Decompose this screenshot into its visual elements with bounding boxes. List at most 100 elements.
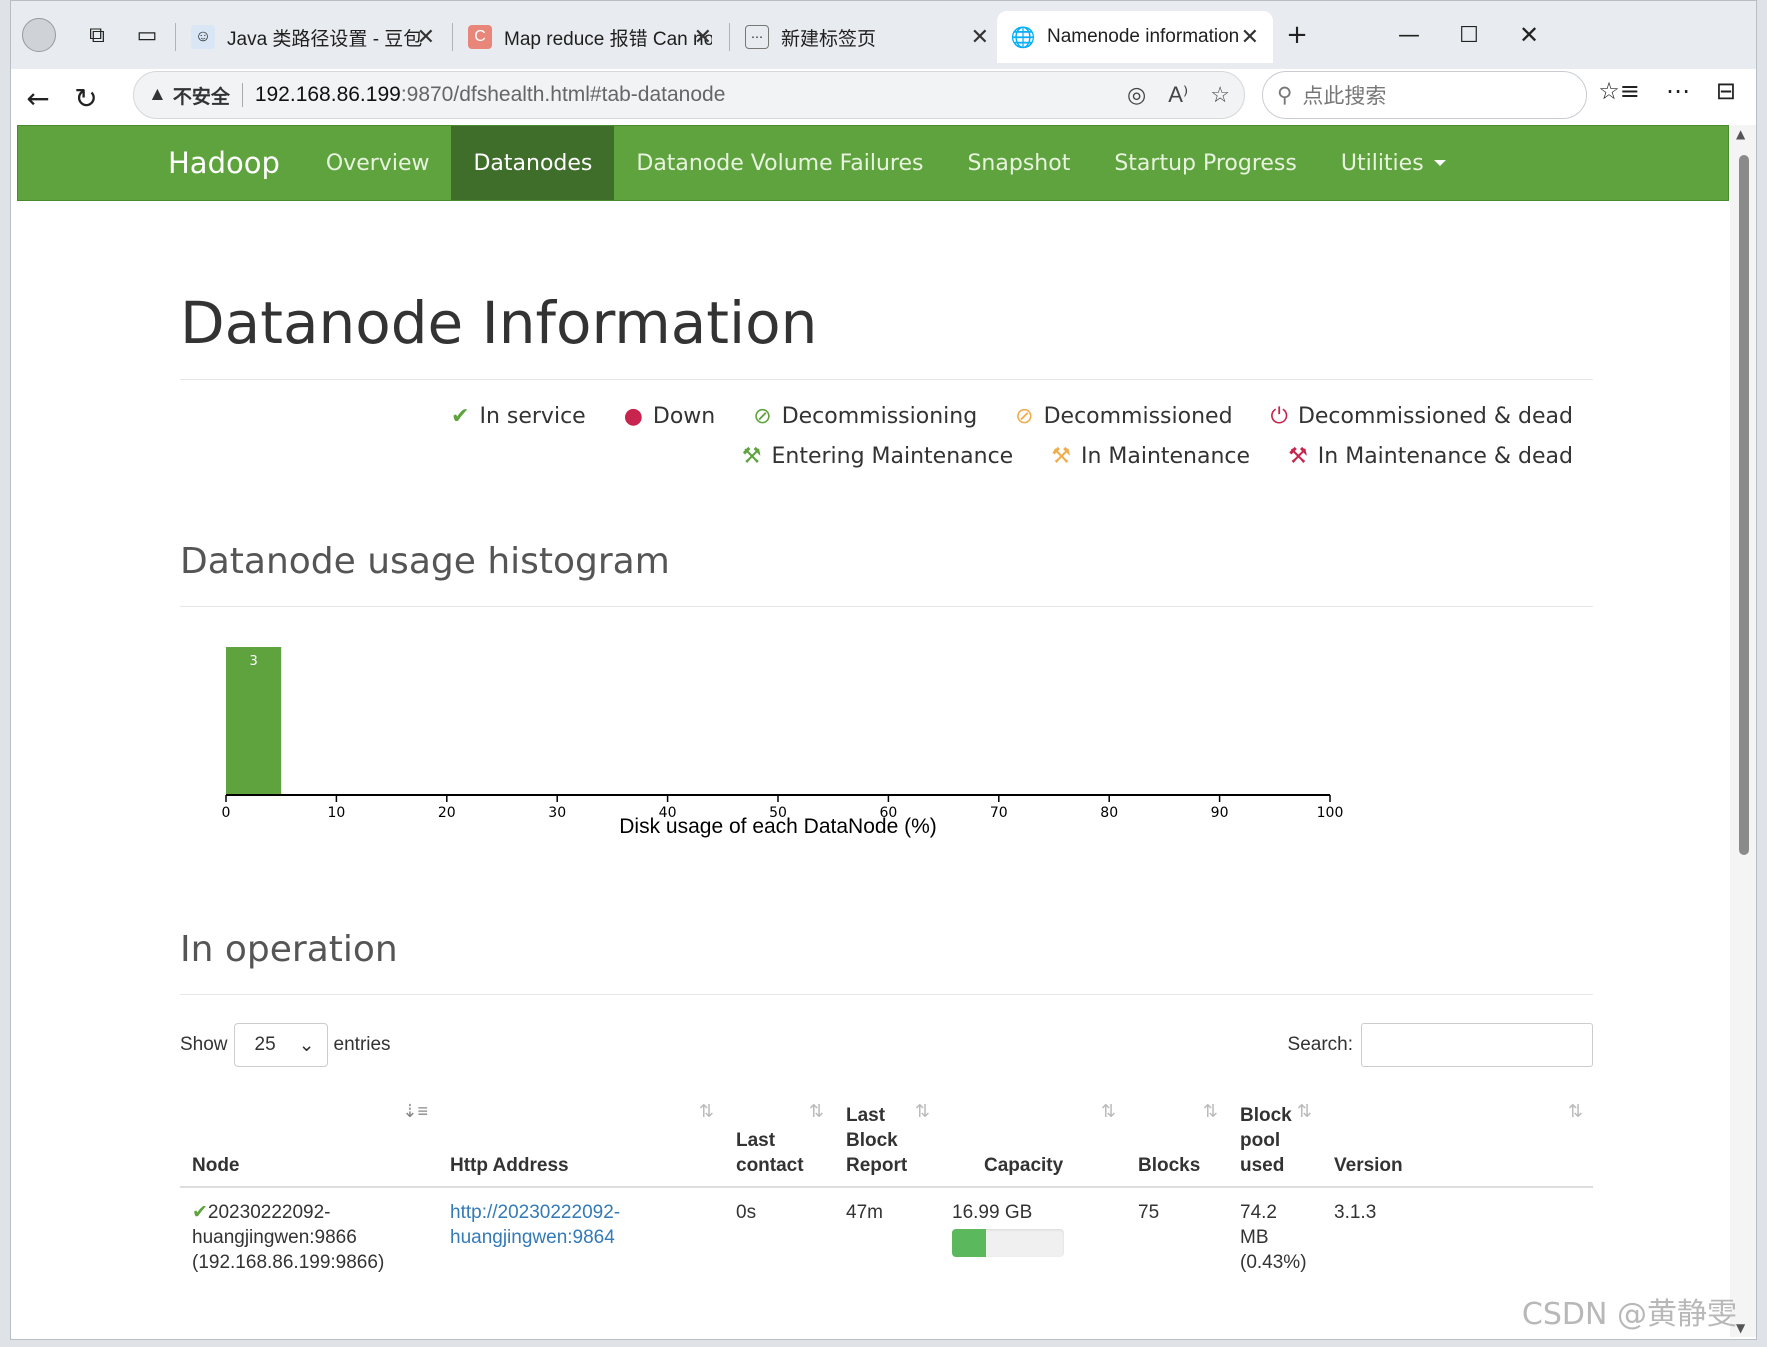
not-secure-label: 不安全 (172, 86, 230, 108)
in-operation-heading: In operation (180, 929, 398, 970)
csdn-watermark: CSDN @黄静雯 (1521, 1297, 1737, 1332)
favorite-star-icon[interactable]: ☆ (1210, 82, 1230, 108)
histogram-heading: Datanode usage histogram (180, 541, 670, 582)
capacity-progress-fill (952, 1229, 986, 1257)
workspaces-icon[interactable]: ⧉ (77, 15, 117, 55)
scroll-up-icon[interactable]: ▲ (1736, 127, 1745, 141)
histogram-bar-label: 3 (249, 654, 257, 669)
check-icon: ✔ (192, 1202, 208, 1223)
search-icon: ⚲ (1277, 83, 1293, 107)
nav-startup-progress[interactable]: Startup Progress (1092, 126, 1319, 200)
col-blocks[interactable]: Blocks ⇅ (1126, 1095, 1228, 1188)
nav-overview[interactable]: Overview (304, 126, 452, 200)
col-node[interactable]: Node ⇣≡ (180, 1095, 438, 1188)
entries-label: entries (333, 1034, 391, 1055)
vertical-tabs-icon[interactable]: ▭ (127, 15, 167, 55)
x-tick-label: 90 (1211, 805, 1229, 821)
x-tick-label: 100 (1317, 805, 1344, 821)
not-secure-indicator[interactable]: ▲ 不安全 (148, 82, 230, 109)
status-legend: ✔ In service ● Down ⊘ Decommissioning ⊘ Deco… (180, 404, 1593, 469)
table-controls: Show 25 ⌄ entries Search: (180, 1023, 1593, 1067)
close-icon[interactable]: ✕ (694, 24, 712, 50)
chevron-down-icon: ⌄ (298, 1034, 315, 1056)
page-scrollbar[interactable]: ▲ ▼ (1730, 125, 1756, 1337)
close-icon[interactable]: ✕ (1241, 24, 1259, 50)
profile-avatar[interactable] (19, 15, 59, 55)
legend-decommissioned: ⊘ Decommissioned (1015, 404, 1233, 429)
window-close-icon[interactable]: ✕ (1509, 15, 1549, 55)
legend-entering-maintenance: ⚒ Entering Maintenance (741, 444, 1014, 469)
caret-down-icon (1433, 160, 1446, 166)
hadoop-navbar: Hadoop Overview Datanodes Datanode Volum… (17, 125, 1729, 201)
http-address-link[interactable]: http://20230222092- huangjingwen:9864 (450, 1202, 620, 1248)
sort-icon[interactable]: ⇅ (809, 1099, 824, 1124)
col-last-contact[interactable]: Last contact ⇅ (724, 1095, 834, 1188)
sort-icon[interactable]: ⇅ (699, 1099, 714, 1124)
sort-icon[interactable]: ⇅ (1568, 1099, 1583, 1124)
more-menu-icon[interactable]: ⋯ (1666, 77, 1690, 105)
url-host: 192.168.86.199 (254, 83, 401, 106)
x-tick-label: 70 (990, 805, 1008, 821)
reload-icon[interactable]: ↻ (65, 77, 107, 119)
csdn-favicon-icon: C (468, 25, 492, 49)
page-viewport: Hadoop Overview Datanodes Datanode Volum… (15, 125, 1730, 1337)
power-icon: ⏻ (1270, 404, 1288, 429)
blocks-cell: 75 (1138, 1202, 1160, 1223)
sort-icon[interactable]: ⇅ (915, 1099, 930, 1124)
nav-datanodes[interactable]: Datanodes (451, 126, 615, 200)
col-version[interactable]: Version ⇅ (1322, 1095, 1593, 1188)
col-block-pool-used[interactable]: Block pool used ⇅ (1228, 1095, 1322, 1188)
maximize-icon[interactable]: ☐ (1449, 15, 1489, 55)
nav-utilities[interactable]: Utilities (1319, 126, 1468, 200)
tab-strip: ⧉ ▭ ☺ Java 类路径设置 - 豆包 ✕ C Map reduce 报错 … (11, 1, 1756, 69)
nav-snapshot[interactable]: Snapshot (945, 126, 1092, 200)
x-tick-label: 10 (327, 805, 345, 821)
search-placeholder: 点此搜索 (1302, 85, 1387, 108)
read-aloud-icon[interactable]: A⁾ (1168, 82, 1188, 108)
legend-decommissioning: ⊘ Decommissioning (753, 404, 978, 429)
legend-decommissioned-dead: ⏻ Decommissioned & dead (1270, 404, 1573, 429)
scroll-thumb[interactable] (1739, 155, 1749, 855)
col-last-block-report[interactable]: Last Block Report ⇅ (834, 1095, 940, 1188)
histogram-bar (226, 647, 282, 795)
close-icon[interactable]: ✕ (971, 24, 989, 50)
col-http-address[interactable]: Http Address ⇅ (438, 1095, 724, 1188)
legend-in-maintenance: ⚒ In Maintenance (1051, 444, 1251, 469)
tab-java-classpath[interactable]: ☺ Java 类路径设置 - 豆包 ✕ (177, 11, 449, 63)
entries-select[interactable]: 25 ⌄ (233, 1023, 328, 1067)
new-tab-button[interactable]: + (1277, 15, 1317, 55)
new-tab-page-icon: ⋯ (745, 25, 769, 49)
address-bar[interactable]: ▲ 不安全 192.168.86.199:9870/dfshealth.html… (133, 71, 1245, 119)
ban-icon: ⊘ (1015, 404, 1034, 429)
back-arrow-icon[interactable]: ← (17, 77, 59, 119)
close-icon[interactable]: ✕ (417, 24, 435, 50)
sort-icon[interactable]: ⇅ (1297, 1099, 1312, 1124)
minimize-icon[interactable]: — (1389, 15, 1429, 55)
brand[interactable]: Hadoop (168, 126, 280, 200)
col-capacity[interactable]: Capacity ⇅ (940, 1095, 1126, 1188)
tab-map-reduce[interactable]: C Map reduce 报错 Can not c ✕ (454, 11, 726, 63)
search-label: Search: (1287, 1034, 1353, 1055)
wrench-icon: ⚒ (1051, 444, 1071, 469)
table-search-input[interactable] (1361, 1023, 1593, 1067)
edge-copilot-icon[interactable]: ◎ (1127, 82, 1146, 108)
favorites-icon[interactable]: ☆≡ (1598, 77, 1640, 105)
legend-in-maintenance-dead: ⚒ In Maintenance & dead (1288, 444, 1573, 469)
sort-icon[interactable]: ⇅ (1203, 1099, 1218, 1124)
sort-icon[interactable]: ⇅ (1101, 1099, 1116, 1124)
nav-datanode-volume-failures[interactable]: Datanode Volume Failures (614, 126, 945, 200)
x-tick-label: 20 (438, 805, 456, 821)
tab-namenode-information[interactable]: 🌐 Namenode information ✕ (997, 11, 1273, 63)
wrench-icon: ⚒ (741, 444, 762, 469)
scroll-down-icon[interactable]: ▼ (1736, 1321, 1745, 1335)
sidebar-toggle-icon[interactable]: ⊟ (1716, 77, 1736, 105)
warning-triangle-icon: ▲ (148, 84, 167, 105)
sort-asc-icon[interactable]: ⇣≡ (402, 1099, 428, 1124)
tab-new-tab[interactable]: ⋯ 新建标签页 ✕ (731, 11, 1003, 63)
last-block-report-cell: 47m (846, 1202, 883, 1223)
exclamation-icon: ● (623, 404, 643, 429)
ban-icon: ⊘ (753, 404, 772, 429)
browser-search-box[interactable]: ⚲ 点此搜索 (1262, 71, 1587, 119)
browser-window: ⧉ ▭ ☺ Java 类路径设置 - 豆包 ✕ C Map reduce 报错 … (10, 0, 1757, 1340)
node-cell: ✔20230222092- huangjingwen:9866 (192.168… (192, 1202, 385, 1273)
